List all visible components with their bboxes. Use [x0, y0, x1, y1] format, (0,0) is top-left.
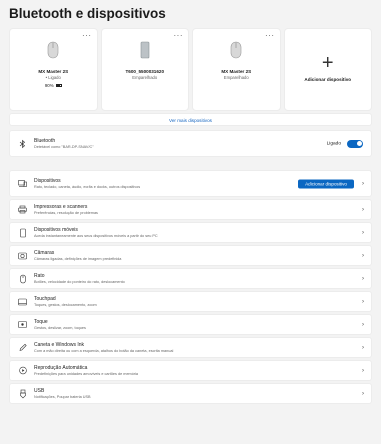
device-icon	[140, 41, 150, 64]
more-options-icon[interactable]: ···	[82, 31, 92, 40]
list-item-title: Rato	[34, 272, 45, 279]
mouse-icon	[18, 274, 27, 283]
settings-list: Dispositivos Rato, teclado, caneta, áudi…	[9, 170, 372, 406]
touchpad-icon	[18, 297, 27, 306]
list-item-desc: Câmaras ligadas, definições de imagem pr…	[34, 256, 122, 261]
list-item-title: Impressoras e scanners	[34, 203, 88, 210]
bluetooth-title: Bluetooth	[34, 137, 56, 144]
printer-icon	[18, 205, 27, 214]
chevron-right-icon: ›	[362, 275, 364, 282]
list-item-title: Dispositivos móveis	[34, 226, 78, 233]
chevron-right-icon: ›	[362, 206, 364, 213]
bluetooth-row: Bluetooth Detetável como "BAR-DP-SNAV/C"…	[9, 130, 372, 157]
list-item-touchpad[interactable]: Touchpad Toques, gestos, deslocamento, z…	[9, 291, 372, 312]
list-item-title: Dispositivos	[34, 177, 61, 184]
bluetooth-text: Bluetooth Detetável como "BAR-DP-SNAV/C"	[34, 138, 94, 150]
list-item-title: Caneta e Windows Ink	[34, 341, 85, 348]
battery-level: 90%	[10, 83, 97, 88]
list-item-printers[interactable]: Impressoras e scanners Preferências, res…	[9, 199, 372, 220]
bluetooth-state: Ligado	[326, 141, 341, 146]
list-item-title: Toque	[34, 318, 48, 325]
list-item-autoplay[interactable]: Reprodução Automática Predefinições para…	[9, 360, 372, 381]
devices-icon	[18, 179, 27, 188]
plus-icon: +	[321, 52, 334, 74]
usb-icon	[18, 389, 27, 398]
list-item-desc: Notificações, Poupar bateria USB	[34, 394, 91, 399]
see-more-devices-link[interactable]: Ver mais dispositivos	[9, 113, 372, 126]
bluetooth-toggle[interactable]	[347, 139, 363, 148]
list-item-desc: Aceda instantaneamente aos seus disposit…	[34, 233, 158, 238]
add-device-button[interactable]: Adicionar dispositivo	[298, 179, 354, 188]
bluetooth-icon	[18, 139, 27, 148]
bluetooth-desc: Detetável como "BAR-DP-SNAV/C"	[34, 144, 94, 149]
chevron-right-icon: ›	[362, 252, 364, 259]
touch-icon	[18, 320, 27, 329]
device-status: • Ligado	[45, 75, 61, 80]
chevron-right-icon: ›	[362, 344, 364, 351]
add-device-card[interactable]: + Adicionar dispositivo	[283, 28, 372, 111]
list-item-mobile-devices[interactable]: Dispositivos móveis Aceda instantaneamen…	[9, 222, 372, 243]
list-item-desc: Gestos, deslizar, zoom, toques	[34, 325, 86, 330]
device-cards: ··· MX Master 2S • Ligado 90% ··· T600_5…	[9, 28, 372, 111]
list-item-title: Câmaras	[34, 249, 55, 256]
chevron-right-icon: ›	[362, 390, 364, 397]
pen-icon	[18, 343, 27, 352]
camera-icon	[18, 251, 27, 260]
device-card[interactable]: ··· MX Master 2S • Ligado 90%	[9, 28, 98, 111]
more-options-icon[interactable]: ···	[265, 31, 275, 40]
list-item-title: Reprodução Automática	[34, 364, 88, 371]
list-item-cameras[interactable]: Câmaras Câmaras ligadas, definições de i…	[9, 245, 372, 266]
list-item-usb[interactable]: USB Notificações, Poupar bateria USB ›	[9, 383, 372, 404]
device-status: Emparelhado	[132, 75, 158, 80]
chevron-right-icon: ›	[362, 367, 364, 374]
list-item-desc: Toques, gestos, deslocamento, zoom	[34, 302, 97, 307]
autoplay-icon	[18, 366, 27, 375]
list-item-desc: Preferências, resolução de problemas	[34, 210, 98, 215]
mouse-icon	[47, 41, 59, 64]
list-item-desc: Botões, velocidade do ponteiro do rato, …	[34, 279, 125, 284]
device-status: Emparelhado	[223, 75, 249, 80]
list-item-desc: Com a mão direita ou com a esquerda, ata…	[34, 348, 174, 353]
list-item-title: Touchpad	[34, 295, 56, 302]
device-name: MX Master 2S	[38, 69, 69, 74]
chevron-right-icon: ›	[362, 180, 364, 187]
list-item-desc: Rato, teclado, caneta, áudio, ecrãs e do…	[34, 184, 141, 189]
phone-icon	[18, 228, 27, 237]
list-item-devices[interactable]: Dispositivos Rato, teclado, caneta, áudi…	[9, 170, 372, 197]
list-item-touch[interactable]: Toque Gestos, deslizar, zoom, toques ›	[9, 314, 372, 335]
device-name: MX Master 2S	[221, 69, 252, 74]
battery-icon	[55, 84, 62, 88]
chevron-right-icon: ›	[362, 321, 364, 328]
add-device-label: Adicionar dispositivo	[304, 77, 352, 82]
more-options-icon[interactable]: ···	[174, 31, 184, 40]
device-card[interactable]: ··· T600_5500031620 Emparelhado	[100, 28, 189, 111]
chevron-right-icon: ›	[362, 298, 364, 305]
device-name: T600_5500031620	[125, 69, 165, 74]
mouse-icon	[230, 41, 242, 64]
list-item-desc: Predefinições para unidades amovíveis e …	[34, 371, 139, 376]
list-item-mouse[interactable]: Rato Botões, velocidade do ponteiro do r…	[9, 268, 372, 289]
device-card[interactable]: ··· MX Master 2S Emparelhado	[192, 28, 281, 111]
chevron-right-icon: ›	[362, 229, 364, 236]
list-item-title: USB	[34, 387, 45, 394]
page-title: Bluetooth e dispositivos	[9, 6, 166, 21]
list-item-pen[interactable]: Caneta e Windows Ink Com a mão direita o…	[9, 337, 372, 358]
